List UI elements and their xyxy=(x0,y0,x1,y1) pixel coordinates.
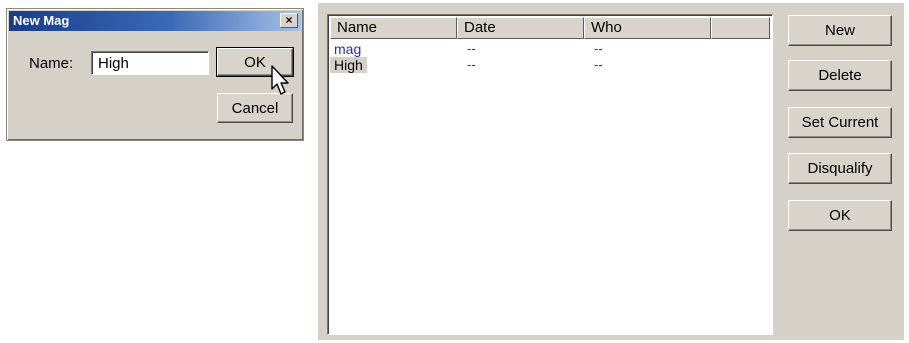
list-item-selected[interactable]: High -- -- xyxy=(330,57,770,73)
column-header-name[interactable]: Name xyxy=(330,17,457,39)
delete-button[interactable]: Delete xyxy=(788,60,892,91)
dialog-cancel-button[interactable]: Cancel xyxy=(217,93,293,123)
row-name: High xyxy=(330,57,367,73)
new-mag-dialog: New Mag × Name: OK Cancel xyxy=(6,8,304,141)
dialog-title: New Mag xyxy=(13,13,70,28)
row-date: -- xyxy=(467,57,476,72)
set-current-button[interactable]: Set Current xyxy=(788,107,892,138)
new-button[interactable]: New xyxy=(788,15,892,46)
row-who: -- xyxy=(594,57,603,72)
dialog-titlebar: New Mag × xyxy=(9,11,301,31)
mag-manager-panel: Name Date Who mag -- -- High -- -- New D… xyxy=(318,3,904,340)
column-header-empty[interactable] xyxy=(711,17,770,39)
list-item[interactable]: mag -- -- xyxy=(330,41,770,57)
column-header-who[interactable]: Who xyxy=(584,17,711,39)
mag-list[interactable]: Name Date Who mag -- -- High -- -- xyxy=(327,14,773,335)
row-who: -- xyxy=(594,41,603,56)
name-label: Name: xyxy=(29,55,74,72)
column-header-date[interactable]: Date xyxy=(457,17,584,39)
list-rows: mag -- -- High -- -- xyxy=(330,41,770,73)
close-icon: × xyxy=(285,13,293,27)
row-date: -- xyxy=(467,41,476,56)
row-name: mag xyxy=(334,41,362,57)
mouse-pointer-icon xyxy=(271,65,289,95)
close-button[interactable]: × xyxy=(280,13,298,28)
disqualify-button[interactable]: Disqualify xyxy=(788,153,892,184)
list-header: Name Date Who xyxy=(330,17,770,39)
name-input[interactable] xyxy=(91,51,209,75)
ok-button[interactable]: OK xyxy=(788,200,892,231)
